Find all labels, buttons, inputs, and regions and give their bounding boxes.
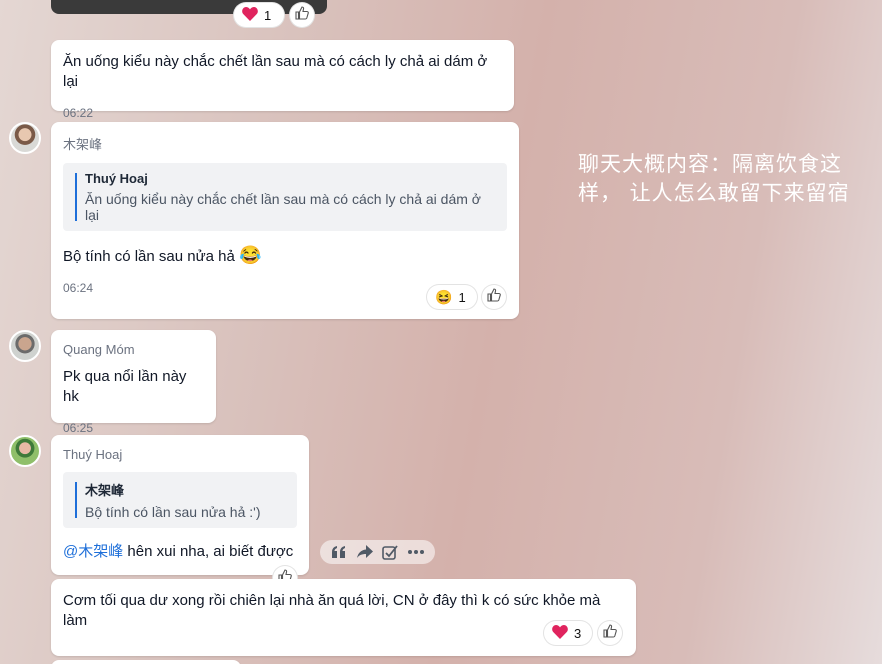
- reaction-count: 3: [574, 625, 582, 641]
- sender-name: Quang Móm: [63, 342, 135, 357]
- message-text-body: Bộ tính có lần sau nửa hả: [63, 248, 235, 265]
- thumbs-up-icon: [295, 5, 309, 25]
- avatar[interactable]: [9, 435, 41, 467]
- message-bubble[interactable]: [51, 660, 241, 664]
- message-bubble[interactable]: Thuý Hoaj 木架峰 Bộ tính có lần sau nửa hả …: [51, 435, 309, 575]
- like-button[interactable]: [598, 621, 622, 645]
- message-text: Bộ tính có lần sau nửa hả 😂: [63, 245, 507, 267]
- like-button[interactable]: [290, 3, 314, 27]
- more-options-icon[interactable]: [406, 542, 426, 562]
- laughing-emoji-icon: 😆: [435, 288, 453, 305]
- quote-icon[interactable]: [329, 542, 349, 562]
- reaction-count: 1: [458, 289, 466, 305]
- quote-sender: Thuý Hoaj: [85, 171, 148, 186]
- sender-name: Thuý Hoaj: [63, 447, 123, 462]
- mention-link[interactable]: @木架峰: [63, 543, 123, 560]
- avatar[interactable]: [9, 122, 41, 154]
- reaction-pill[interactable]: 😆 1: [427, 285, 477, 309]
- reaction-pill[interactable]: 1: [234, 3, 284, 27]
- message-text: Ăn uống kiểu này chắc chết lần sau mà có…: [63, 53, 488, 90]
- message-bubble[interactable]: Ăn uống kiểu này chắc chết lần sau mà có…: [51, 40, 514, 120]
- quoted-message[interactable]: 木架峰 Bộ tính có lần sau nửa hả :'): [63, 472, 297, 528]
- message-time: 06:25: [63, 421, 94, 435]
- quoted-message[interactable]: Thuý Hoaj Ăn uống kiểu này chắc chết lần…: [63, 163, 507, 231]
- message-text: @木架峰 hên xui nha, ai biết được: [63, 542, 297, 562]
- message-time: 06:22: [63, 106, 94, 120]
- thumbs-up-icon: [603, 623, 617, 643]
- quote-text: Ăn uống kiểu này chắc chết lần sau mà có…: [85, 191, 481, 223]
- message-text: Cơm tối qua dư xong rồi chiên lại nhà ăn…: [63, 592, 601, 629]
- laughing-emoji: 😂: [239, 245, 262, 265]
- reaction-pill[interactable]: 3: [544, 621, 592, 645]
- forward-icon[interactable]: [355, 542, 375, 562]
- reaction-count: 1: [264, 7, 272, 23]
- task-checkbox-icon[interactable]: [380, 542, 400, 562]
- message-bubble[interactable]: Quang Móm Pk qua nổi lần này hk 06:25: [51, 330, 216, 435]
- thumbs-up-icon: [487, 287, 501, 307]
- avatar[interactable]: [9, 330, 41, 362]
- sender-name: 木架峰: [63, 137, 103, 152]
- message-text-body: hên xui nha, ai biết được: [123, 543, 294, 560]
- message-text: Pk qua nổi lần này hk: [63, 368, 187, 405]
- image-attachment[interactable]: [51, 0, 327, 14]
- message-actions-toolbar: [320, 540, 435, 564]
- message-bubble[interactable]: Cơm tối qua dư xong rồi chiên lại nhà ăn…: [51, 579, 636, 656]
- heart-icon: [242, 6, 258, 24]
- like-button[interactable]: [482, 285, 506, 309]
- overlay-caption: 聊天大概内容：隔离饮食这样， 让人怎么敢留下来留宿: [578, 152, 850, 205]
- heart-icon: [552, 624, 568, 642]
- quote-text: Bộ tính có lần sau nửa hả :'): [85, 504, 261, 520]
- quote-sender: 木架峰: [85, 483, 125, 498]
